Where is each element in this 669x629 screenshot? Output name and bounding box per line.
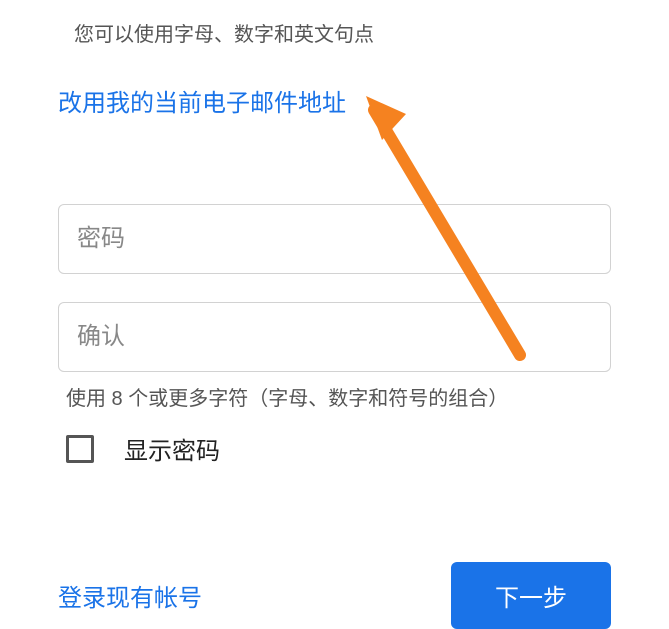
footer-row: 登录现有帐号 下一步 [58, 562, 611, 629]
signin-existing-link[interactable]: 登录现有帐号 [58, 578, 202, 613]
username-hint-text: 您可以使用字母、数字和英文句点 [58, 0, 611, 47]
confirm-password-input[interactable] [58, 302, 611, 372]
use-current-email-link[interactable]: 改用我的当前电子邮件地址 [58, 83, 611, 118]
show-password-checkbox[interactable] [66, 435, 94, 463]
password-input[interactable] [58, 204, 611, 274]
next-button[interactable]: 下一步 [451, 562, 611, 629]
show-password-row: 显示密码 [58, 431, 611, 466]
show-password-label: 显示密码 [124, 431, 220, 466]
password-helper-text: 使用 8 个或更多字符（字母、数字和符号的组合） [58, 382, 611, 411]
